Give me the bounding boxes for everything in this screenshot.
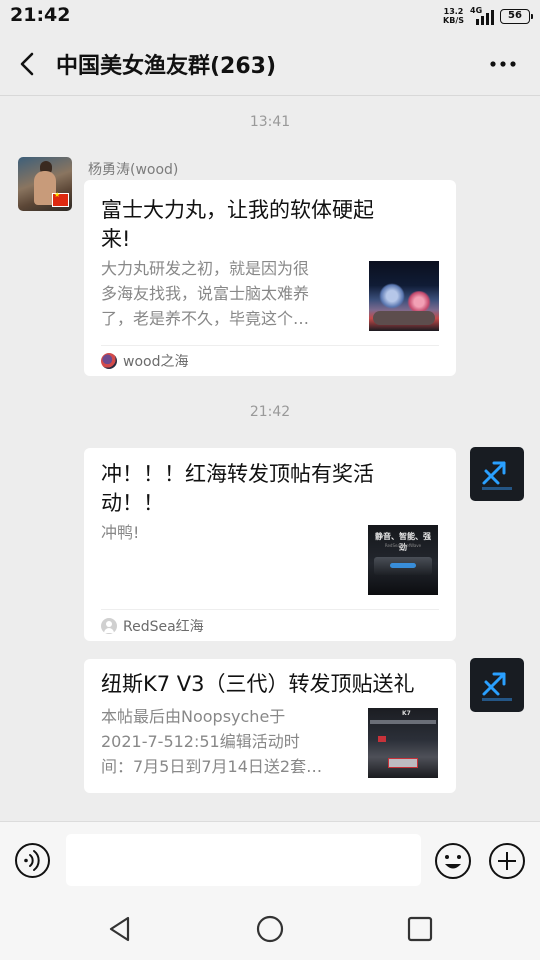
card-description: 本帖最后由Noopsyche于 2021-7-512:51编辑活动时 间：7月5… [101, 707, 323, 776]
input-bar [0, 821, 540, 899]
card-title: 冲！！！红海转发顶帖有奖活 动！！ [101, 462, 374, 515]
message-input[interactable] [66, 834, 421, 886]
card-thumbnail: K7 [368, 708, 438, 778]
system-nav-bar [0, 899, 540, 960]
source-person-icon [101, 618, 117, 634]
voice-input-icon[interactable] [14, 842, 51, 879]
chevron-left-icon[interactable] [14, 48, 42, 80]
flag-badge-icon [52, 191, 69, 207]
source-avatar-icon [101, 353, 117, 369]
emoji-icon[interactable] [434, 842, 472, 880]
article-card[interactable]: 纽斯K7 V3（三代）转发顶贴送礼 本帖最后由Noopsyche于 2021-7… [84, 659, 456, 793]
card-description: 冲鸭! [101, 523, 140, 542]
card-divider [101, 345, 439, 346]
sender-name: 杨勇涛(wood) [88, 162, 179, 178]
signal-icon: 4G [470, 6, 494, 25]
nav-back-icon[interactable] [104, 913, 136, 945]
nav-recent-apps-icon[interactable] [404, 913, 436, 945]
card-source: RedSea红海 [101, 616, 204, 636]
message-timestamp: 13:41 [249, 114, 291, 130]
message-list[interactable]: 13:41 杨勇涛(wood) 富士大力丸，让我的软体硬起 来! 大力丸研发之初… [0, 97, 540, 821]
battery-icon: 56 [500, 8, 533, 24]
article-card[interactable]: 富士大力丸，让我的软体硬起 来! 大力丸研发之初，就是因为很 多海友找我，说富士… [84, 180, 456, 376]
card-thumbnail: 静音、智能、强劲 RedSea ReefWave [368, 525, 438, 595]
ellipsis-icon[interactable] [488, 52, 518, 76]
article-card[interactable]: 冲！！！红海转发顶帖有奖活 动！！ 冲鸭! 静音、智能、强劲 RedSea Re… [84, 448, 456, 641]
message-timestamp: 21:42 [249, 404, 291, 420]
card-title: 富士大力丸，让我的软体硬起 来! [101, 198, 374, 251]
network-speed: 13.2 KB/S [443, 7, 464, 25]
card-divider [101, 609, 439, 610]
plus-icon[interactable] [488, 842, 526, 880]
nav-home-icon[interactable] [254, 913, 286, 945]
card-thumbnail [369, 261, 439, 331]
status-bar: 21:42 13.2 KB/S 4G 56 [0, 0, 540, 32]
self-avatar[interactable] [470, 658, 524, 712]
chat-header: 中国美女渔友群(263) [0, 32, 540, 96]
chat-title: 中国美女渔友群(263) [56, 54, 277, 79]
card-description: 大力丸研发之初，就是因为很 多海友找我，说富士脑太难养 了，老是养不久，毕竟这个… [101, 259, 310, 328]
card-title: 纽斯K7 V3（三代）转发顶贴送礼 [101, 672, 415, 696]
self-avatar[interactable] [470, 447, 524, 501]
status-time: 21:42 [10, 4, 71, 26]
status-indicators: 13.2 KB/S 4G 56 [443, 6, 533, 26]
card-source: wood之海 [101, 351, 188, 371]
